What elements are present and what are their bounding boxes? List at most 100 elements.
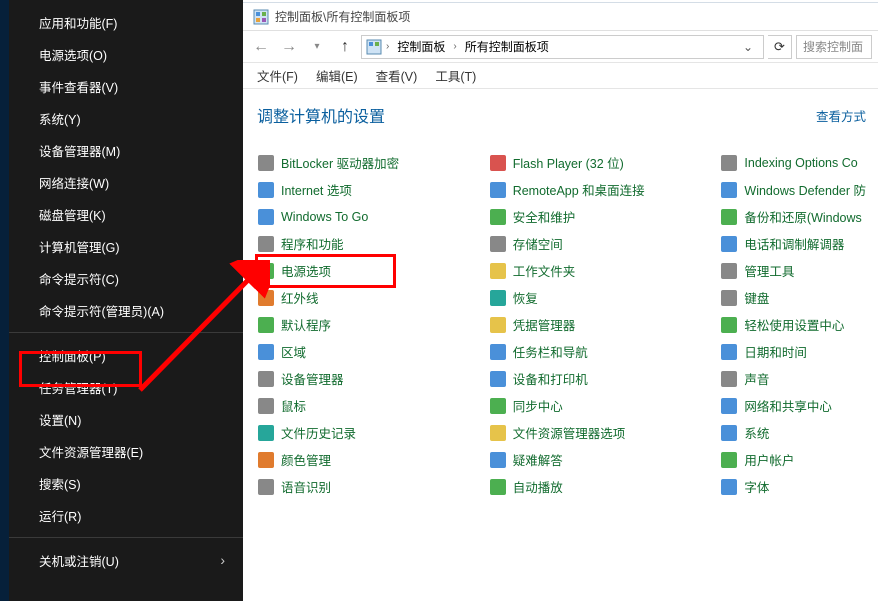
back-button[interactable]: ← [249,35,273,59]
menu-separator [9,332,243,333]
control-panel-item[interactable]: 电话和调制解调器 [720,234,866,253]
recovery-icon [489,289,507,307]
indexing-icon [720,154,738,172]
control-panel-item[interactable]: Windows Defender 防 [720,180,866,199]
control-panel-item[interactable]: 疑难解答 [489,450,721,469]
winx-menu-item[interactable]: 命令提示符(管理员)(A) [9,294,243,326]
winx-menu-item[interactable]: 运行(R) [9,499,243,531]
control-panel-item[interactable]: 凭据管理器 [489,315,721,334]
control-panel-icon [366,39,382,55]
control-panel-item[interactable]: 颜色管理 [257,450,489,469]
winx-menu-item[interactable]: 系统(Y) [9,102,243,134]
control-panel-item[interactable]: 字体 [720,477,866,496]
control-panel-item[interactable]: 自动播放 [489,477,721,496]
devices-printers-icon [489,370,507,388]
item-label: 设备和打印机 [513,369,588,388]
control-panel-item[interactable]: 设备和打印机 [489,369,721,388]
forward-button[interactable]: → [277,35,301,59]
item-label: 文件历史记录 [281,423,356,442]
control-panel-item[interactable]: 网络和共享中心 [720,396,866,415]
address-bar[interactable]: › 控制面板 › 所有控制面板项 ⌄ [361,35,764,59]
winx-menu-item[interactable]: 电源选项(O) [9,38,243,70]
control-panel-item[interactable]: 备份和还原(Windows [720,207,866,226]
desktop-edge [0,0,9,601]
control-panel-item[interactable]: BitLocker 驱动器加密 [257,153,489,172]
control-panel-item[interactable]: Windows To Go [257,207,489,226]
control-panel-item[interactable]: 语音识别 [257,477,489,496]
speech-icon [257,478,275,496]
winx-menu-item[interactable]: 应用和功能(F) [9,6,243,38]
winx-menu-item[interactable]: 设置(N) [9,403,243,435]
menu-item-label: 磁盘管理(K) [39,205,106,224]
winx-menu-item[interactable]: 搜索(S) [9,467,243,499]
winx-menu-item[interactable]: 设备管理器(M) [9,134,243,166]
control-panel-item[interactable]: 任务栏和导航 [489,342,721,361]
search-input[interactable]: 搜索控制面 [796,35,872,59]
menu-tools[interactable]: 工具(T) [435,66,476,85]
control-panel-item[interactable]: 红外线 [257,288,489,307]
security-icon [489,208,507,226]
control-panel-item[interactable]: Flash Player (32 位) [489,153,721,172]
item-label: Windows To Go [281,210,368,224]
view-mode-selector[interactable]: 查看方式 [816,106,866,125]
item-label: 程序和功能 [281,234,344,253]
control-panel-item[interactable]: 键盘 [720,288,866,307]
control-panel-item[interactable]: 管理工具 [720,261,866,280]
winx-menu-item[interactable]: 控制面板(P) [9,339,243,371]
menu-view[interactable]: 查看(V) [376,66,418,85]
region-icon [257,343,275,361]
recent-dropdown[interactable]: ▾ [305,35,329,59]
winx-menu-item[interactable]: 网络连接(W) [9,166,243,198]
menu-file[interactable]: 文件(F) [257,66,298,85]
item-label: 疑难解答 [513,450,563,469]
item-label: 用户帐户 [744,450,794,469]
control-panel-item[interactable]: 存储空间 [489,234,721,253]
menu-item-label: 电源选项(O) [39,45,107,64]
winx-menu-item[interactable]: 文件资源管理器(E) [9,435,243,467]
menu-edit[interactable]: 编辑(E) [316,66,358,85]
winx-menu-item[interactable]: 计算机管理(G) [9,230,243,262]
control-panel-icon [253,9,269,25]
control-panel-item[interactable]: Internet 选项 [257,180,489,199]
menu-item-label: 系统(Y) [39,109,81,128]
control-panel-item[interactable]: 恢复 [489,288,721,307]
item-label: Windows Defender 防 [744,180,866,199]
control-panel-item[interactable]: 文件历史记录 [257,423,489,442]
window-titlebar: 控制面板\所有控制面板项 [243,3,878,31]
winx-menu-item[interactable]: 命令提示符(C) [9,262,243,294]
breadcrumb-part[interactable]: 控制面板 [393,36,449,57]
item-label: 键盘 [744,288,769,307]
refresh-button[interactable]: ⟳ [768,35,792,59]
control-panel-item[interactable]: 日期和时间 [720,342,866,361]
explorer-options-icon [489,424,507,442]
winx-menu-item[interactable]: 磁盘管理(K) [9,198,243,230]
winx-menu-item[interactable]: 关机或注销(U)› [9,544,243,576]
control-panel-item[interactable]: 区域 [257,342,489,361]
breadcrumb-part[interactable]: 所有控制面板项 [461,36,553,57]
winx-menu-item[interactable]: 事件查看器(V) [9,70,243,102]
control-panel-item[interactable]: 安全和维护 [489,207,721,226]
address-dropdown[interactable]: ⌄ [737,40,759,54]
control-panel-item[interactable]: 系统 [720,423,866,442]
control-panel-item[interactable]: 声音 [720,369,866,388]
control-panel-item[interactable]: 鼠标 [257,396,489,415]
control-panel-item[interactable]: 轻松使用设置中心 [720,315,866,334]
control-panel-item[interactable]: RemoteApp 和桌面连接 [489,180,721,199]
up-button[interactable]: ↑ [333,35,357,59]
control-panel-item[interactable]: 程序和功能 [257,234,489,253]
menu-item-label: 搜索(S) [39,474,81,493]
control-panel-item[interactable]: 电源选项 [257,261,489,280]
control-panel-item[interactable]: 工作文件夹 [489,261,721,280]
device-manager-icon [257,370,275,388]
file-history-icon [257,424,275,442]
control-panel-item[interactable]: Indexing Options Co [720,153,866,172]
menu-bar: 文件(F) 编辑(E) 查看(V) 工具(T) [243,63,878,89]
control-panel-item[interactable]: 默认程序 [257,315,489,334]
winx-menu-item[interactable]: 任务管理器(T) [9,371,243,403]
control-panel-item[interactable]: 设备管理器 [257,369,489,388]
control-panel-item[interactable]: 同步中心 [489,396,721,415]
search-placeholder: 搜索控制面 [803,38,863,55]
control-panel-item[interactable]: 文件资源管理器选项 [489,423,721,442]
chevron-right-icon: › [386,41,389,52]
control-panel-item[interactable]: 用户帐户 [720,450,866,469]
